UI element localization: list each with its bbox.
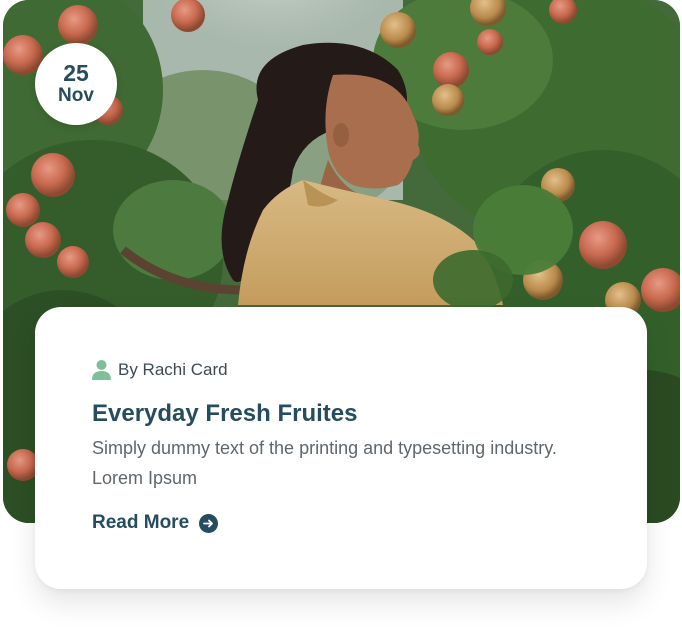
- post-title[interactable]: Everyday Fresh Fruites: [92, 400, 357, 428]
- post-author[interactable]: By Rachi Card: [92, 360, 228, 380]
- read-more-link[interactable]: Read More: [92, 512, 219, 534]
- date-badge: 25 Nov: [35, 43, 117, 125]
- date-day: 25: [63, 60, 89, 86]
- blog-card-scene: 25 Nov By Rachi Card Everyday Fresh Frui…: [0, 0, 682, 644]
- post-card: By Rachi Card Everyday Fresh Fruites Sim…: [35, 307, 647, 589]
- date-month: Nov: [58, 85, 94, 106]
- author-name: By Rachi Card: [118, 360, 228, 379]
- post-excerpt: Simply dummy text of the printing and ty…: [92, 438, 557, 488]
- read-more-label: Read More: [92, 512, 190, 533]
- user-icon: [92, 360, 111, 380]
- arrow-right-circle-icon: [199, 513, 219, 533]
